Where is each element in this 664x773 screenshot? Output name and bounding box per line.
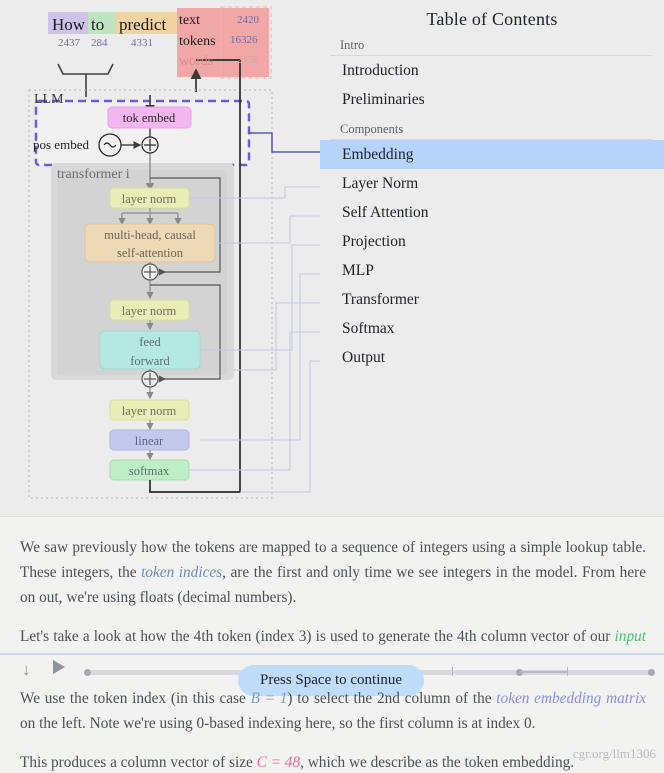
toc-item-output[interactable]: Output bbox=[320, 343, 664, 372]
vocab-row-value-1: 16326 bbox=[230, 34, 258, 46]
llm-label: LLM bbox=[34, 92, 64, 107]
llm-architecture-diagram[interactable]: How to predict 2437 284 4331 text tokens… bbox=[0, 0, 320, 516]
watermark: cgr.org/llm1306 bbox=[572, 746, 656, 761]
token-id-1: 284 bbox=[91, 37, 108, 49]
block-label-attention-2: self-attention bbox=[117, 246, 184, 260]
toc-item-transformer[interactable]: Transformer bbox=[320, 285, 664, 314]
block-label-layer-norm-3: layer norm bbox=[122, 404, 177, 418]
table-of-contents: Table of Contents Intro Introduction Pre… bbox=[320, 0, 664, 516]
paragraph-1: We saw previously how the tokens are map… bbox=[20, 517, 646, 610]
p2-text-a: Let's take a look at how the 4th token (… bbox=[20, 628, 615, 645]
toc-item-projection[interactable]: Projection bbox=[320, 227, 664, 256]
token-word-1: to bbox=[91, 15, 104, 34]
toc-item-preliminaries[interactable]: Preliminaries bbox=[320, 85, 664, 114]
toc-item-introduction[interactable]: Introduction bbox=[320, 56, 664, 85]
toc-title: Table of Contents bbox=[426, 9, 558, 29]
progress-end-dot bbox=[648, 669, 655, 676]
vocab-row-label-1: tokens bbox=[179, 34, 216, 49]
toc-item-embedding[interactable]: Embedding bbox=[320, 140, 664, 169]
token-word-0: How bbox=[52, 15, 86, 34]
progress-tick-1 bbox=[452, 667, 453, 676]
token-word-2: predict bbox=[119, 15, 166, 34]
block-label-forward: forward bbox=[130, 354, 170, 368]
paragraph-4: This produces a column vector of size C … bbox=[20, 750, 646, 773]
block-label-feed: feed bbox=[139, 335, 161, 349]
block-label-attention-1: multi-head, causal bbox=[104, 228, 196, 242]
link-token-embedding-matrix[interactable]: token embedding matrix bbox=[496, 690, 646, 707]
toc-group-components: Components bbox=[330, 114, 652, 140]
token-id-0: 2437 bbox=[58, 37, 81, 49]
toc-item-self-attention[interactable]: Self Attention bbox=[320, 198, 664, 227]
block-label-softmax: softmax bbox=[129, 464, 170, 478]
p4-text-b: , which we describe as the token embeddi… bbox=[300, 754, 575, 771]
prose-panel-lower: We use the token index (in this case B =… bbox=[0, 686, 664, 773]
block-label-tok-embed: tok embed bbox=[123, 111, 176, 125]
toc-group-intro: Intro bbox=[330, 30, 652, 56]
variable-b: B = 1 bbox=[250, 690, 288, 707]
paragraph-3: We use the token index (in this case B =… bbox=[20, 686, 646, 736]
diagram-svg: How to predict 2437 284 4331 text tokens… bbox=[28, 6, 320, 499]
vocab-row-label-2: words bbox=[179, 54, 213, 69]
progress-start-dot bbox=[84, 669, 91, 676]
progress-segment-line bbox=[520, 671, 568, 673]
link-token-indices[interactable]: token indices bbox=[141, 564, 222, 581]
vocab-row-value-2: 2456 bbox=[237, 54, 260, 66]
p3-text-c: on the left. Note we're using 0-based in… bbox=[20, 715, 536, 732]
p3-text-a: We use the token index (in this case bbox=[20, 690, 251, 707]
block-label-layer-norm-1: layer norm bbox=[122, 192, 177, 206]
block-label-layer-norm-2: layer norm bbox=[122, 304, 177, 318]
app-root: How to predict 2437 284 4331 text tokens… bbox=[0, 0, 664, 773]
block-label-linear: linear bbox=[135, 434, 164, 448]
vocab-row-label-0: text bbox=[179, 13, 200, 28]
toc-item-softmax[interactable]: Softmax bbox=[320, 314, 664, 343]
token-id-2: 4331 bbox=[131, 37, 153, 49]
toc-item-layer-norm[interactable]: Layer Norm bbox=[320, 169, 664, 198]
p4-text-a: This produces a column vector of size bbox=[20, 754, 257, 771]
block-label-pos-embed: pos embed bbox=[33, 137, 89, 152]
vocab-row-value-0: 2420 bbox=[237, 14, 260, 26]
transformer-label: transformer i bbox=[57, 167, 130, 182]
p3-text-b: ) to select the 2nd column of the bbox=[287, 690, 497, 707]
play-icon[interactable] bbox=[52, 659, 66, 680]
variable-c: C = 48 bbox=[256, 754, 301, 771]
down-arrow-icon[interactable]: ↓ bbox=[22, 660, 31, 680]
toc-item-mlp[interactable]: MLP bbox=[320, 256, 664, 285]
